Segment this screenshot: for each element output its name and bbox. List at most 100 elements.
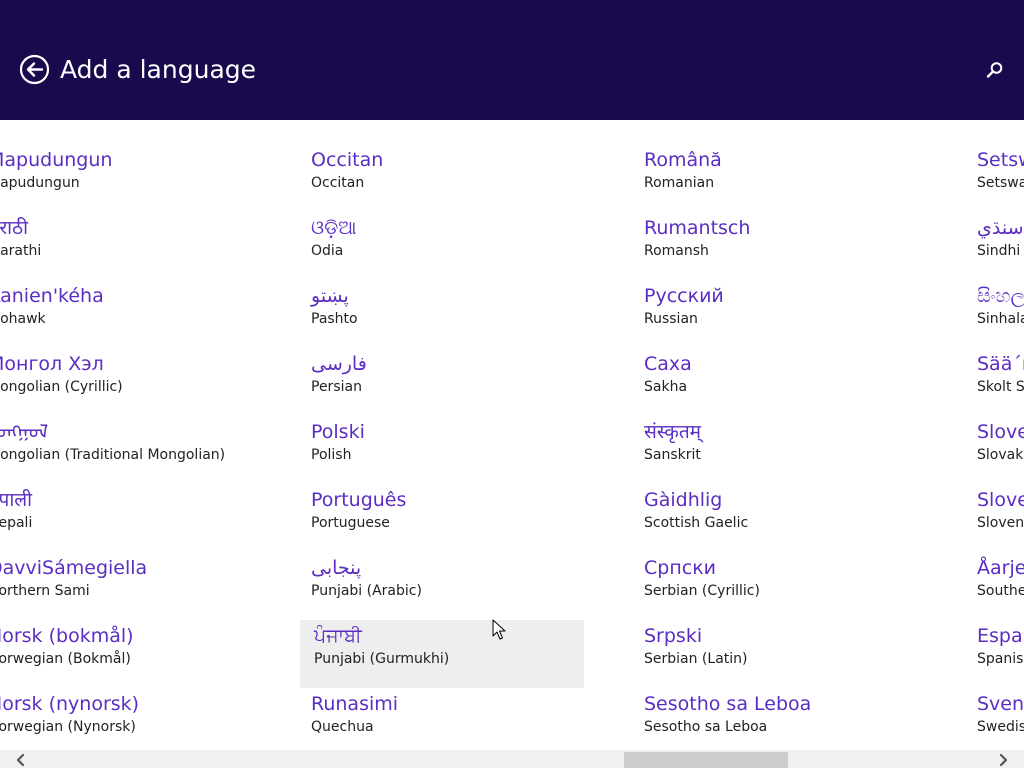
language-item-mohawk[interactable]: Kanien'kéha Mohawk: [0, 280, 260, 348]
language-native-name: سنڌي: [977, 217, 1024, 239]
language-item-nepali[interactable]: नेपाली Nepali: [0, 484, 260, 552]
language-item-sakha[interactable]: Саха Sakha: [633, 348, 923, 416]
language-native-name: Mapudungun: [0, 149, 113, 171]
language-item-romanian[interactable]: Română Romanian: [633, 144, 923, 212]
language-item-quechua[interactable]: Runasimi Quechua: [300, 688, 590, 750]
language-english-name: Persian: [311, 379, 362, 395]
language-native-name: Srpski: [644, 625, 703, 647]
language-native-name: فارسى: [311, 353, 367, 375]
language-item-mongolian-cyrillic[interactable]: Монгол Хэл Mongolian (Cyrillic): [0, 348, 260, 416]
search-button[interactable]: [984, 59, 1006, 81]
language-english-name: Swedish: [977, 719, 1024, 735]
language-item-northern-sami[interactable]: DavviSámegiella Northern Sami: [0, 552, 260, 620]
language-item-sindhi[interactable]: سنڌي Sindhi (Arabic): [966, 212, 1024, 280]
language-native-name: Norsk (nynorsk): [0, 693, 140, 715]
language-item-slovenian[interactable]: Slovenski Slovenian: [966, 484, 1024, 552]
scroll-thumb[interactable]: [624, 752, 788, 768]
language-item-mongolian-traditional[interactable]: ᠮᠣᠩᠭᠣᠯ Mongolian (Traditional Mongolian): [0, 416, 260, 484]
language-native-name: සිංහල: [977, 285, 1024, 307]
language-native-name: संस्कृतम्: [644, 421, 702, 443]
language-item-polish[interactable]: Polski Polish: [300, 416, 590, 484]
language-english-name: Odia: [311, 243, 344, 259]
language-item-sinhala[interactable]: සිංහල Sinhala: [966, 280, 1024, 348]
language-english-name: Occitan: [311, 175, 365, 191]
language-column: Occitan Occitan ଓଡ଼ିଆ Odia پښتو Pashto ف…: [300, 144, 590, 750]
language-item-russian[interactable]: Русский Russian: [633, 280, 923, 348]
language-english-name: Mongolian (Cyrillic): [0, 379, 123, 395]
language-english-name: Scottish Gaelic: [644, 515, 749, 531]
language-item-skolt-sami[interactable]: Sää´mǩiõll Skolt Sami: [966, 348, 1024, 416]
language-native-name: Slovenski: [977, 489, 1024, 511]
language-item-romansh[interactable]: Rumantsch Romansh: [633, 212, 923, 280]
language-native-name: Setswana: [977, 149, 1024, 171]
language-native-name: Sesotho sa Leboa: [644, 693, 812, 715]
language-native-name: Português: [311, 489, 407, 511]
language-item-spanish[interactable]: Español Spanish: [966, 620, 1024, 688]
back-arrow-icon: [19, 54, 50, 85]
page-title: Add a language: [60, 55, 257, 84]
language-item-scottish-gaelic[interactable]: Gàidhlig Scottish Gaelic: [633, 484, 923, 552]
language-native-name: ᠮᠣᠩᠭᠣᠯ: [0, 421, 49, 443]
language-native-name: Svenska: [977, 693, 1024, 715]
language-native-name: ਪੰਜਾਬੀ: [314, 625, 362, 647]
language-item-sesotho-sa-leboa[interactable]: Sesotho sa Leboa Sesotho sa Leboa: [633, 688, 923, 750]
language-native-name: پنجابی: [311, 557, 362, 579]
language-english-name: Sakha: [644, 379, 688, 395]
language-english-name: Pashto: [311, 311, 358, 327]
scroll-left-button[interactable]: [10, 750, 32, 768]
language-english-name: Mohawk: [0, 311, 46, 327]
language-column: Setswana Setswana سنڌي Sindhi (Arabic) ස…: [966, 144, 1024, 750]
language-english-name: Romansh: [644, 243, 709, 259]
language-column: Română Romanian Rumantsch Romansh Русски…: [633, 144, 923, 750]
language-english-name: Serbian (Latin): [644, 651, 748, 667]
language-item-swedish[interactable]: Svenska Swedish: [966, 688, 1024, 750]
language-english-name: Sanskrit: [644, 447, 701, 463]
language-english-name: Northern Sami: [0, 583, 90, 599]
language-native-name: Español: [977, 625, 1024, 647]
language-native-name: Kanien'kéha: [0, 285, 104, 307]
language-list: Mapudungun Mapudungun मराठी Marathi Kani…: [0, 120, 1024, 750]
language-native-name: Sää´mǩiõll: [977, 353, 1024, 375]
language-english-name: Portuguese: [311, 515, 390, 531]
scroll-right-button[interactable]: [993, 750, 1015, 768]
language-item-norwegian-bokmal[interactable]: Norsk (bokmål) Norwegian (Bokmål): [0, 620, 260, 688]
back-button[interactable]: [19, 54, 50, 85]
language-english-name: Norwegian (Bokmål): [0, 651, 131, 667]
language-english-name: Mapudungun: [0, 175, 80, 191]
language-item-pashto[interactable]: پښتو Pashto: [300, 280, 590, 348]
language-column: Mapudungun Mapudungun मराठी Marathi Kani…: [0, 144, 260, 750]
language-english-name: Punjabi (Gurmukhi): [314, 651, 450, 667]
language-native-name: Slovenčina: [977, 421, 1024, 443]
language-item-norwegian-nynorsk[interactable]: Norsk (nynorsk) Norwegian (Nynorsk): [0, 688, 260, 750]
language-english-name: Sinhala: [977, 311, 1024, 327]
language-english-name: Russian: [644, 311, 698, 327]
language-item-serbian-latin[interactable]: Srpski Serbian (Latin): [633, 620, 923, 688]
language-item-sanskrit[interactable]: संस्कृतम् Sanskrit: [633, 416, 923, 484]
language-item-mapudungun[interactable]: Mapudungun Mapudungun: [0, 144, 260, 212]
chevron-left-icon: [16, 753, 25, 767]
language-item-punjabi-arabic[interactable]: پنجابی Punjabi (Arabic): [300, 552, 590, 620]
language-english-name: Mongolian (Traditional Mongolian): [0, 447, 226, 463]
language-english-name: Setswana: [977, 175, 1024, 191]
language-native-name: नेपाली: [0, 489, 33, 511]
language-item-persian[interactable]: فارسى Persian: [300, 348, 590, 416]
language-item-portuguese[interactable]: Português Portuguese: [300, 484, 590, 552]
language-item-odia[interactable]: ଓଡ଼ିଆ Odia: [300, 212, 590, 280]
chevron-right-icon: [999, 753, 1008, 767]
language-native-name: मराठी: [0, 217, 29, 239]
language-item-southern-sami[interactable]: Åarjelsaemiengiele Southern Sami: [966, 552, 1024, 620]
language-native-name: پښتو: [311, 285, 349, 307]
language-item-setswana[interactable]: Setswana Setswana: [966, 144, 1024, 212]
language-item-marathi[interactable]: मराठी Marathi: [0, 212, 260, 280]
language-native-name: Română: [644, 149, 722, 171]
language-item-punjabi-gurmukhi[interactable]: ਪੰਜਾਬੀ Punjabi (Gurmukhi): [300, 620, 584, 688]
language-item-occitan[interactable]: Occitan Occitan: [300, 144, 590, 212]
language-english-name: Nepali: [0, 515, 33, 531]
language-item-slovak[interactable]: Slovenčina Slovak: [966, 416, 1024, 484]
language-item-serbian-cyrillic[interactable]: Српски Serbian (Cyrillic): [633, 552, 923, 620]
language-english-name: Sindhi (Arabic): [977, 243, 1024, 259]
horizontal-scrollbar[interactable]: [0, 750, 1024, 768]
header-bar: Add a language: [0, 0, 1024, 120]
language-english-name: Punjabi (Arabic): [311, 583, 422, 599]
language-english-name: Southern Sami: [977, 583, 1024, 599]
